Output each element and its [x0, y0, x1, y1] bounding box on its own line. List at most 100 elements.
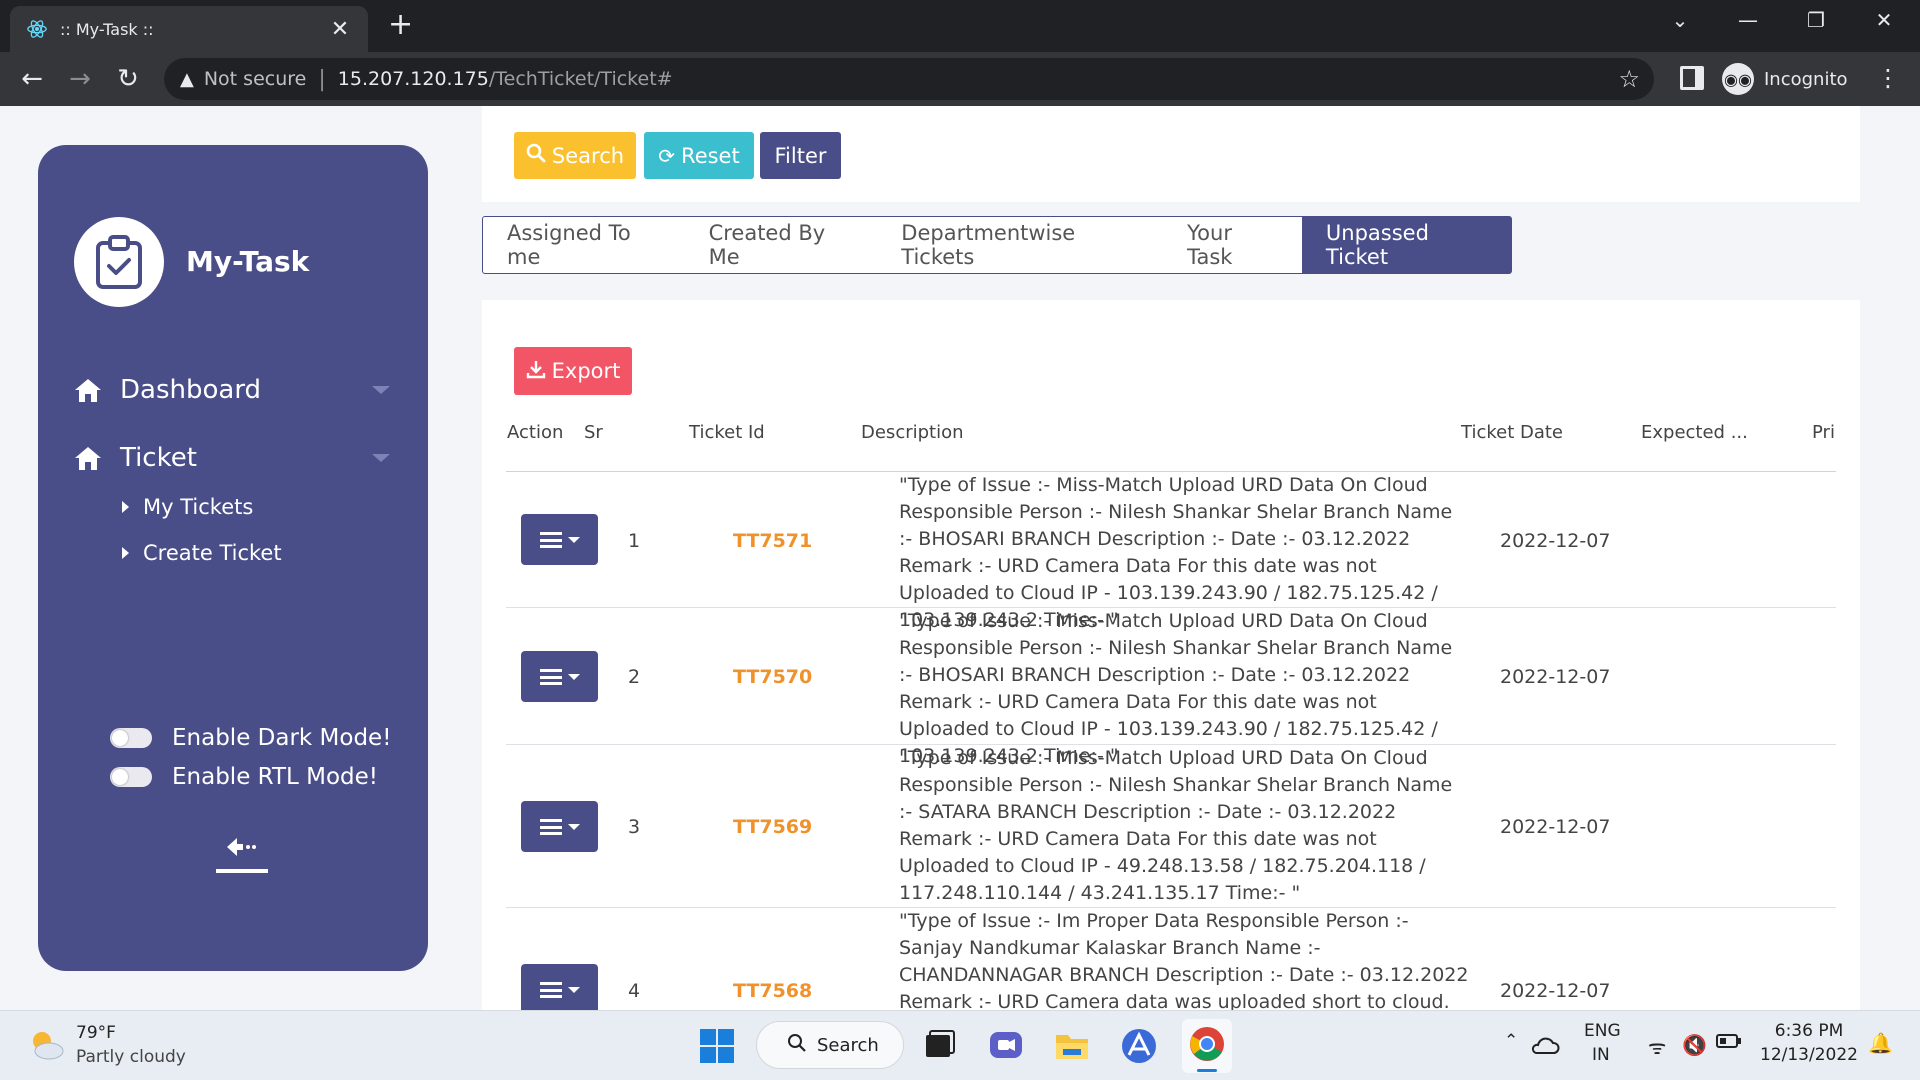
react-favicon-icon [27, 20, 47, 38]
row-sr: 3 [628, 816, 641, 838]
row-ticket-id[interactable]: TT7568 [733, 980, 812, 1002]
clock-date[interactable]: 12/13/2022 [1758, 1045, 1860, 1065]
back-icon[interactable]: ← [14, 64, 50, 94]
address-bar[interactable]: ▲ Not secure | 15.207.120.175/TechTicket… [164, 58, 1654, 100]
url-path: /TechTicket/Ticket# [488, 68, 673, 90]
search-button[interactable]: Search [514, 132, 636, 179]
weather-temperature[interactable]: 79°F [76, 1023, 116, 1043]
column-header-expected[interactable]: Expected ... [1641, 422, 1748, 443]
arrow-left-icon [227, 838, 256, 856]
sidebar-subitem-my-tickets[interactable]: My Tickets [122, 495, 253, 519]
export-button[interactable]: Export [514, 347, 632, 395]
tab-created-by-me[interactable]: Created By Me [685, 217, 878, 273]
speaker-muted-icon[interactable]: 🔇 [1682, 1033, 1707, 1057]
row-ticket-date: 2022-12-07 [1500, 980, 1611, 1002]
row-description: "Type of Issue :- Miss-Match Upload URD … [899, 747, 1453, 904]
row-ticket-id[interactable]: TT7570 [733, 666, 812, 688]
restore-icon[interactable]: ❐ [1796, 8, 1836, 32]
clipboard-check-icon [74, 217, 164, 307]
minimize-icon[interactable]: — [1728, 8, 1768, 32]
filter-button[interactable]: Filter [760, 132, 841, 179]
sidebar-collapse-button[interactable] [216, 835, 268, 885]
brand-name: My-Task [186, 245, 310, 278]
side-panel-icon[interactable] [1680, 66, 1704, 90]
clock-time[interactable]: 6:36 PM [1764, 1021, 1854, 1041]
warning-icon[interactable]: ▲ [180, 69, 194, 90]
search-button-label: Search [551, 143, 625, 168]
row-ticket-date: 2022-12-07 [1500, 530, 1611, 552]
caret-down-icon [567, 823, 580, 830]
sidebar-item-ticket[interactable]: Ticket [74, 438, 394, 478]
browser-tab-strip: :: My-Task :: ✕ + ⌄ — ❐ ✕ [0, 0, 1920, 52]
address-separator: | [318, 66, 326, 92]
collapse-underline [216, 869, 268, 873]
chrome-taskbar-button[interactable] [1182, 1019, 1232, 1073]
rtl-mode-toggle[interactable] [110, 767, 152, 787]
sidebar-item-label: Dashboard [120, 375, 262, 405]
incognito-icon: ◉◉ [1722, 63, 1754, 95]
row-description: "Type of Issue :- Im Proper Data Respons… [899, 910, 1469, 1010]
wifi-icon[interactable]: ᯤ [1648, 1033, 1666, 1060]
task-view-icon[interactable] [920, 1027, 958, 1065]
forward-icon[interactable]: → [62, 64, 98, 94]
partly-cloudy-icon[interactable] [26, 1025, 66, 1065]
url-host: 15.207.120.175 [337, 68, 489, 90]
row-ticket-date: 2022-12-07 [1500, 666, 1611, 688]
incognito-label: Incognito [1764, 68, 1848, 90]
taskbar-search[interactable]: Search [756, 1021, 904, 1069]
caret-down-icon [567, 986, 580, 993]
dark-mode-toggle-row: Enable Dark Mode! [110, 725, 391, 751]
row-action-button[interactable] [521, 801, 598, 852]
battery-icon[interactable] [1716, 1033, 1742, 1054]
home-icon [74, 377, 104, 403]
list-icon [539, 818, 562, 835]
not-secure-label[interactable]: Not secure [204, 68, 307, 90]
tab-search-icon[interactable]: ⌄ [1660, 8, 1700, 32]
sidebar-item-dashboard[interactable]: Dashboard [74, 370, 394, 410]
download-icon [526, 359, 546, 384]
close-window-icon[interactable]: ✕ [1864, 8, 1904, 32]
windows-start-icon[interactable] [698, 1027, 736, 1065]
refresh-icon: ⟳ [658, 143, 676, 168]
notification-bell-icon[interactable]: 🔔 [1868, 1031, 1893, 1055]
reload-icon[interactable]: ↻ [110, 64, 146, 94]
list-icon [539, 668, 562, 685]
column-header-action[interactable]: Action [507, 422, 563, 443]
export-button-label: Export [551, 359, 621, 383]
teams-chat-icon[interactable] [987, 1027, 1025, 1065]
region-code[interactable]: IN [1592, 1045, 1610, 1065]
onedrive-icon[interactable] [1530, 1031, 1560, 1061]
chevron-down-icon [372, 454, 390, 462]
column-header-ticket-date[interactable]: Ticket Date [1461, 422, 1563, 443]
browser-menu-icon[interactable]: ⋮ [1876, 64, 1900, 92]
weather-description[interactable]: Partly cloudy [76, 1047, 186, 1067]
tab-assigned-to-me[interactable]: Assigned To me [483, 217, 685, 273]
row-ticket-id[interactable]: TT7569 [733, 816, 812, 838]
incognito-indicator[interactable]: ◉◉ Incognito [1722, 60, 1848, 98]
sidebar-item-label: Ticket [120, 443, 197, 473]
row-action-button[interactable] [521, 651, 598, 702]
bookmark-star-icon[interactable]: ☆ [1618, 65, 1640, 93]
browser-tab[interactable]: :: My-Task :: ✕ [10, 6, 368, 52]
reset-button[interactable]: ⟳ Reset [644, 132, 754, 179]
windows-taskbar: 79°F Partly cloudy Search ⌃ ENG IN ᯤ 🔇 6… [0, 1010, 1920, 1080]
close-tab-icon[interactable]: ✕ [328, 17, 352, 42]
sidebar-subitem-create-ticket[interactable]: Create Ticket [122, 541, 282, 565]
app-launcher-icon[interactable] [1120, 1027, 1158, 1065]
column-header-ticket-id[interactable]: Ticket Id [689, 422, 765, 443]
dark-mode-toggle[interactable] [110, 728, 152, 748]
show-hidden-icons[interactable]: ⌃ [1504, 1031, 1518, 1051]
caret-right-icon [122, 501, 129, 513]
chrome-icon [1190, 1027, 1224, 1061]
caret-right-icon [122, 547, 129, 559]
row-ticket-id[interactable]: TT7571 [733, 530, 812, 552]
caret-down-icon [567, 673, 580, 680]
column-header-sr[interactable]: Sr [584, 422, 603, 443]
file-explorer-icon[interactable] [1053, 1027, 1091, 1065]
column-header-priority[interactable]: Pri [1812, 422, 1835, 443]
new-tab-button[interactable]: + [388, 10, 413, 40]
language-code[interactable]: ENG [1584, 1021, 1621, 1041]
caret-down-icon [567, 536, 580, 543]
row-action-button[interactable] [521, 964, 598, 1010]
row-action-button[interactable] [521, 514, 598, 565]
